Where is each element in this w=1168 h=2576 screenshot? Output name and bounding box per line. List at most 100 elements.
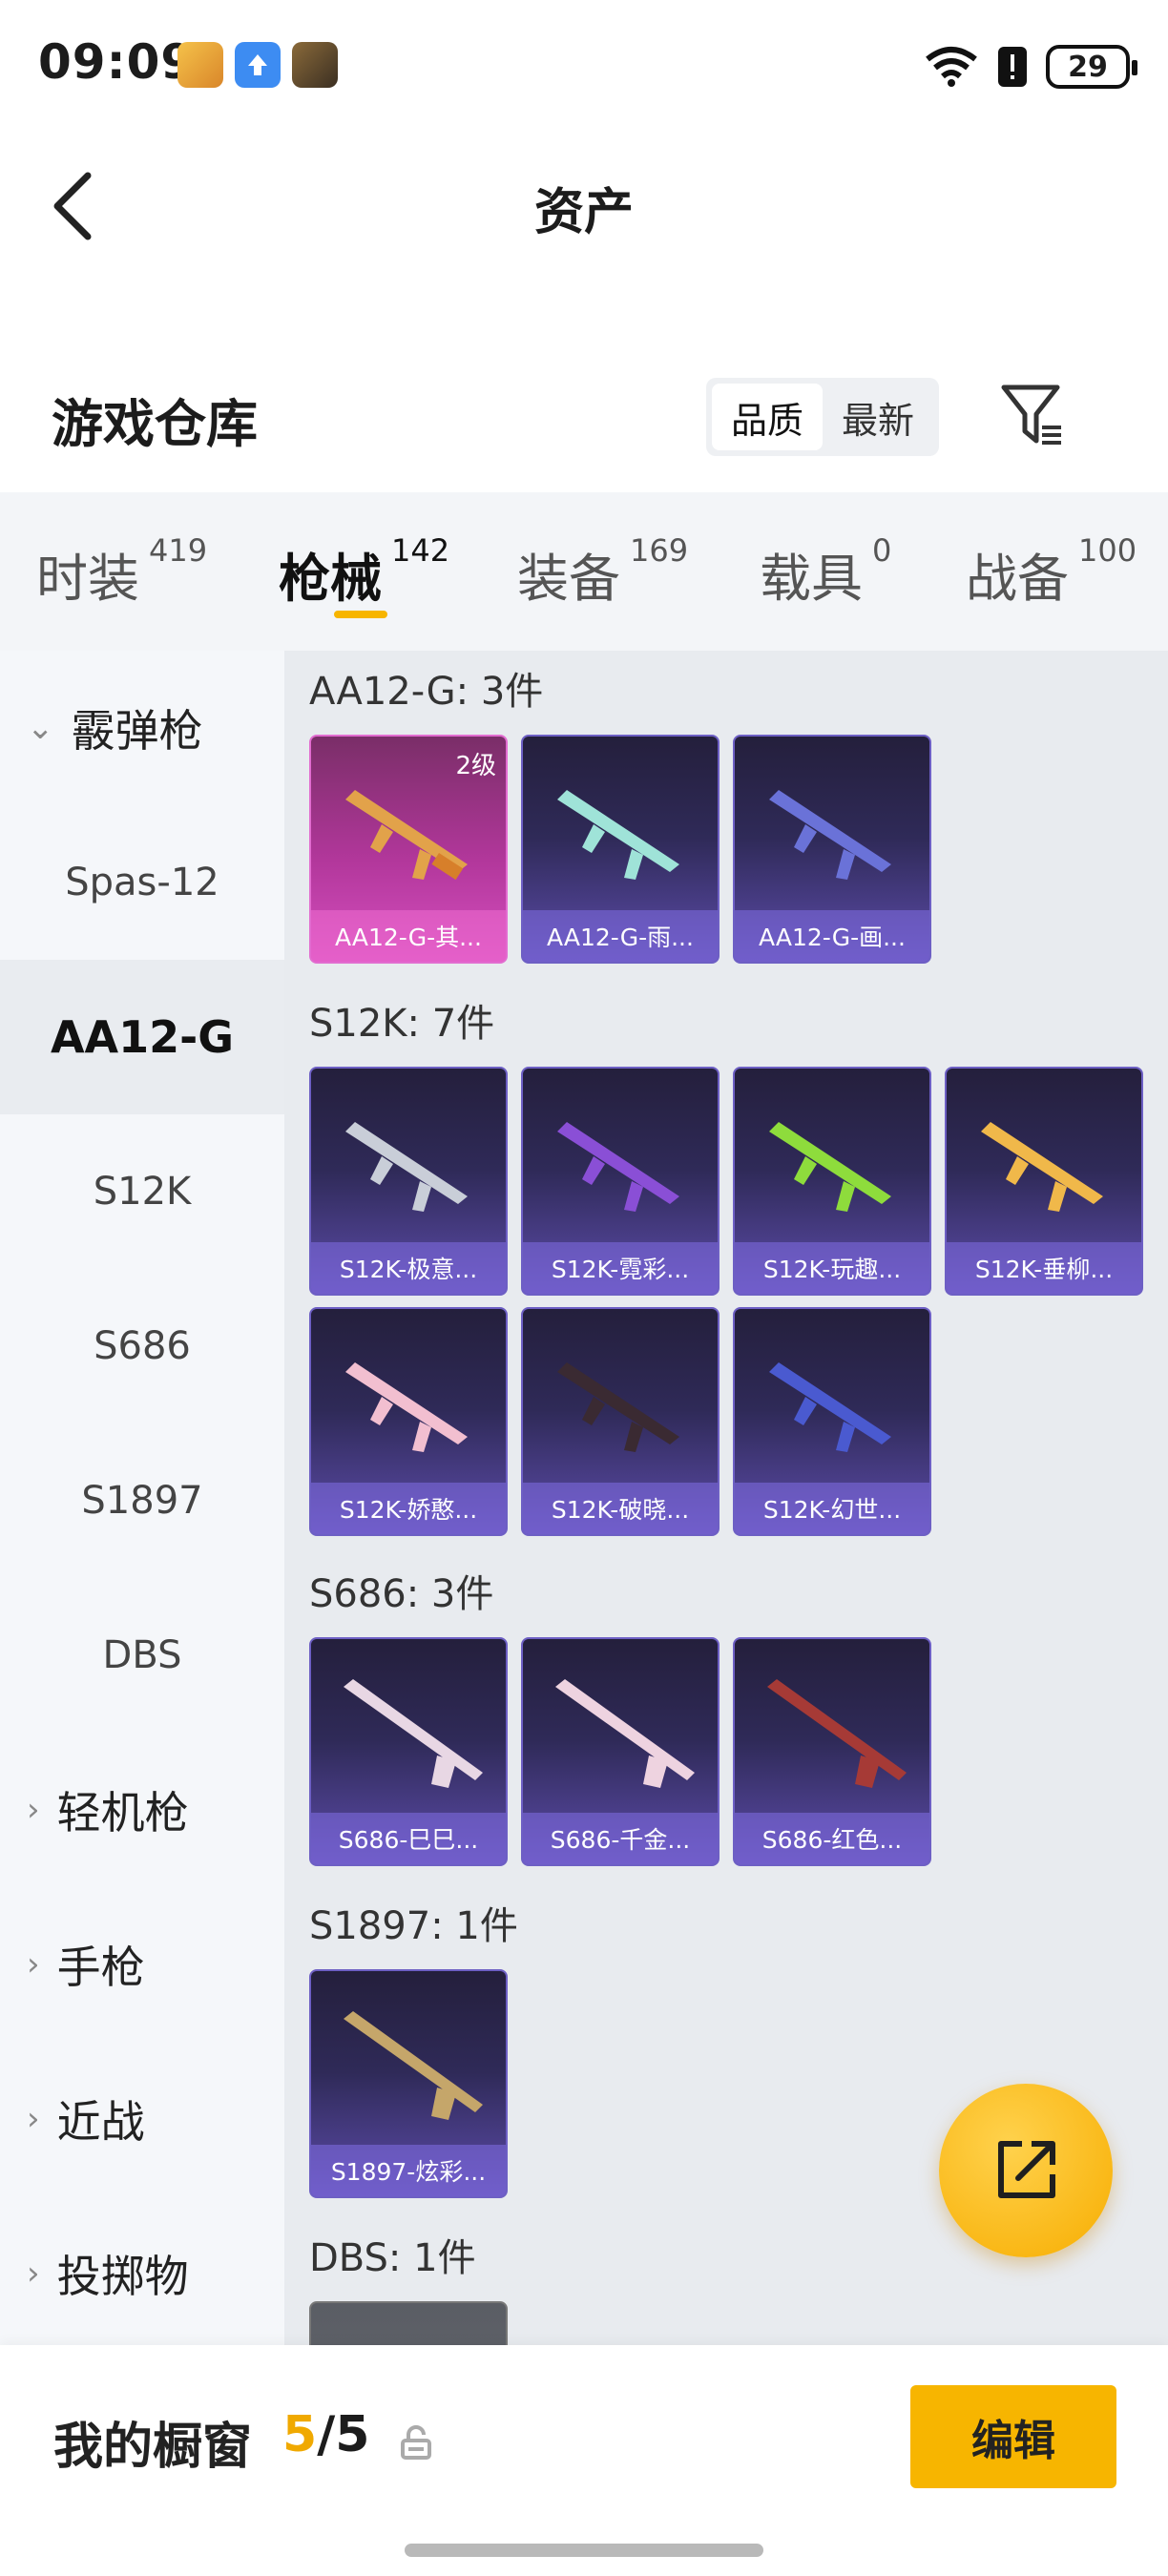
filter-icon[interactable] bbox=[998, 382, 1067, 450]
skin-name: S12K-娇憨... bbox=[311, 1483, 506, 1534]
sort-latest-option[interactable]: 最新 bbox=[823, 384, 933, 450]
battery-level: 29 bbox=[1068, 50, 1108, 84]
skin-name: S12K-霓彩... bbox=[523, 1242, 718, 1294]
tab-label: 时装 bbox=[36, 549, 139, 609]
skin-name: S686-巳巳... bbox=[311, 1813, 506, 1864]
sidebar-item-aa12-g[interactable]: AA12-G bbox=[0, 960, 284, 1114]
edit-button[interactable]: 编辑 bbox=[910, 2385, 1116, 2488]
tab-supplies[interactable]: 战备 100 bbox=[966, 532, 1137, 612]
skin-name: AA12-G-画... bbox=[735, 910, 929, 962]
gun-skin-image bbox=[981, 1122, 1103, 1212]
skin-card[interactable] bbox=[309, 2301, 508, 2345]
sidebar-group-throwables[interactable]: › 投掷物 bbox=[0, 2196, 284, 2351]
status-right: 29 bbox=[924, 38, 1137, 95]
gun-skin-image bbox=[345, 1362, 468, 1452]
skin-name: S12K-玩趣... bbox=[735, 1242, 929, 1294]
skin-name: S1897-炫彩... bbox=[311, 2145, 506, 2196]
tab-count: 419 bbox=[149, 532, 208, 569]
chevron-right-icon: › bbox=[27, 1791, 40, 1829]
wifi-icon bbox=[926, 47, 977, 87]
sidebar-group-lmg[interactable]: › 轻机枪 bbox=[0, 1733, 284, 1887]
warehouse-title: 游戏仓库 bbox=[52, 394, 258, 454]
showcase-current: 5 bbox=[282, 2406, 318, 2463]
sidebar-item-label: 手枪 bbox=[56, 1942, 145, 1993]
tab-label: 战备 bbox=[966, 549, 1069, 609]
skin-card[interactable]: S12K-垂柳... bbox=[945, 1067, 1143, 1296]
chevron-down-icon: ⌄ bbox=[27, 709, 54, 747]
tab-count: 0 bbox=[872, 532, 892, 569]
tab-label: 枪械 bbox=[279, 549, 382, 609]
tab-equipment[interactable]: 装备 169 bbox=[517, 532, 688, 612]
alert-icon bbox=[998, 47, 1027, 87]
chevron-right-icon: › bbox=[27, 2100, 40, 2138]
tab-label: 载具 bbox=[760, 549, 863, 609]
lock-icon bbox=[401, 2425, 431, 2460]
showcase-total: 5 bbox=[335, 2406, 370, 2463]
sidebar-item-dbs[interactable]: DBS bbox=[0, 1578, 284, 1733]
skin-card[interactable]: S1897-炫彩... bbox=[309, 1969, 508, 2198]
sidebar-item-s1897[interactable]: S1897 bbox=[0, 1423, 284, 1578]
chevron-right-icon: › bbox=[27, 2254, 40, 2293]
tab-count: 142 bbox=[391, 532, 450, 569]
tab-vehicles[interactable]: 载具 0 bbox=[760, 532, 891, 612]
active-tab-underline bbox=[334, 611, 387, 618]
skin-name: AA12-G-其... bbox=[311, 910, 506, 962]
skin-name: S12K-垂柳... bbox=[947, 1242, 1141, 1294]
screen: 09:09 29 资产 游戏仓库 品质 最新 时装 419 枪械 142 装备 … bbox=[0, 0, 1168, 2576]
skin-name: S686-千金... bbox=[523, 1813, 718, 1864]
tab-guns[interactable]: 枪械 142 bbox=[279, 532, 449, 612]
gun-skin-image bbox=[345, 1122, 468, 1212]
sidebar-group-melee[interactable]: › 近战 bbox=[0, 2042, 284, 2196]
weapon-type-sidebar: ⌄ 霰弹枪 Spas-12 AA12-G S12K S686 S1897 DBS… bbox=[0, 651, 284, 2345]
skin-card[interactable]: S686-千金... bbox=[521, 1637, 720, 1866]
skin-card[interactable]: AA12-G-雨... bbox=[521, 735, 720, 964]
skin-name: S12K-破晓... bbox=[523, 1483, 718, 1534]
skin-card[interactable]: S686-巳巳... bbox=[309, 1637, 508, 1866]
sidebar-item-label: 近战 bbox=[56, 2096, 145, 2148]
sidebar-group-shotgun[interactable]: ⌄ 霰弹枪 bbox=[0, 651, 284, 805]
skin-card[interactable]: S12K-娇憨... bbox=[309, 1307, 508, 1536]
share-button[interactable] bbox=[939, 2084, 1113, 2257]
status-bar: 09:09 29 bbox=[0, 0, 1168, 134]
tab-count: 100 bbox=[1078, 532, 1137, 569]
sidebar-item-label: 投掷物 bbox=[56, 2251, 189, 2302]
skin-card[interactable]: S12K-极意... bbox=[309, 1067, 508, 1296]
notification-game-icon bbox=[292, 42, 338, 88]
section-title: DBS: 1件 bbox=[309, 2236, 476, 2280]
skin-name: S12K-幻世... bbox=[735, 1483, 929, 1534]
page-title: 资产 bbox=[533, 184, 634, 241]
notification-upload-icon bbox=[235, 42, 281, 88]
gun-skin-image bbox=[767, 1679, 907, 1788]
skin-card[interactable]: S12K-破晓... bbox=[521, 1307, 720, 1536]
showcase-count: 5/5 bbox=[282, 2406, 370, 2463]
sidebar-item-label: 轻机枪 bbox=[56, 1787, 189, 1839]
tab-label: 装备 bbox=[517, 549, 620, 609]
sort-quality-option[interactable]: 品质 bbox=[712, 384, 823, 450]
gun-skin-image bbox=[344, 1679, 483, 1788]
section-title: AA12-G: 3件 bbox=[309, 670, 544, 714]
gun-skin-image bbox=[344, 2011, 483, 2120]
sidebar-item-s12k[interactable]: S12K bbox=[0, 1114, 284, 1269]
skin-card[interactable]: S12K-幻世... bbox=[733, 1307, 931, 1536]
skin-card[interactable]: AA12-G-画... bbox=[733, 735, 931, 964]
sidebar-item-spas-12[interactable]: Spas-12 bbox=[0, 805, 284, 960]
sidebar-item-s686[interactable]: S686 bbox=[0, 1269, 284, 1423]
skin-name: S686-红色... bbox=[735, 1813, 929, 1864]
gun-skin-image bbox=[557, 1122, 679, 1212]
showcase-label: 我的橱窗 bbox=[53, 2419, 253, 2476]
showcase-bar: 我的橱窗 5/5 编辑 bbox=[0, 2345, 1168, 2576]
sort-toggle: 品质 最新 bbox=[706, 378, 939, 456]
chevron-right-icon: › bbox=[27, 1945, 40, 1984]
tab-fashion[interactable]: 时装 419 bbox=[36, 532, 207, 612]
home-indicator[interactable] bbox=[405, 2544, 763, 2557]
skin-card[interactable]: S12K-霓彩... bbox=[521, 1067, 720, 1296]
skin-card[interactable]: S12K-玩趣... bbox=[733, 1067, 931, 1296]
gun-skin-image bbox=[769, 1362, 891, 1452]
gun-skin-image bbox=[769, 1122, 891, 1212]
gun-skin-image bbox=[769, 790, 891, 880]
skin-card[interactable]: S686-红色... bbox=[733, 1637, 931, 1866]
sidebar-group-pistol[interactable]: › 手枪 bbox=[0, 1887, 284, 2042]
skin-card[interactable]: 2级 AA12-G-其... bbox=[309, 735, 508, 964]
section-title: S686: 3件 bbox=[309, 1572, 494, 1616]
status-time: 09:09 bbox=[38, 34, 196, 90]
